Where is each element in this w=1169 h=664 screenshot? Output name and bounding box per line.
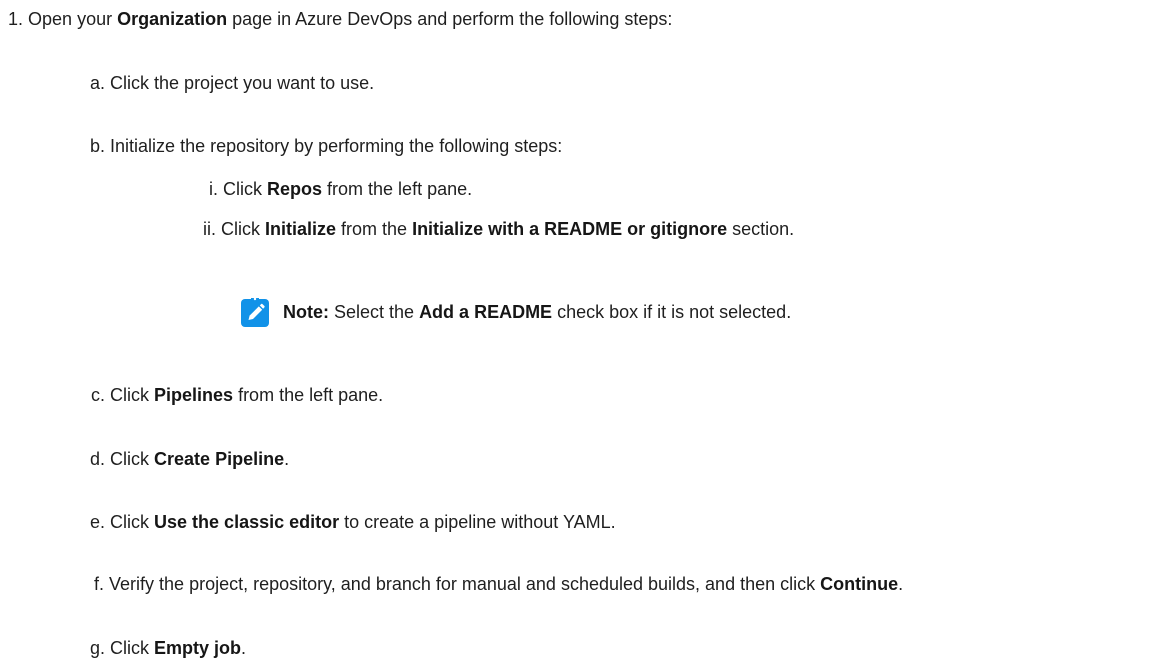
step-text: Open your Organization page in Azure Dev…	[28, 9, 673, 29]
note-text: Select the Add a README check box if it …	[329, 302, 792, 322]
substep-text: Click Initialize from the Initialize wit…	[221, 219, 795, 239]
substep-text: Click Use the classic editor to create a…	[110, 512, 616, 532]
substep-text: Verify the project, repository, and bran…	[109, 574, 904, 594]
substep-b-ii: ii. Click Initialize from the Initialize…	[203, 218, 794, 240]
note-label: Note:	[283, 302, 329, 322]
substep-b-i: i. Click Repos from the left pane.	[209, 178, 472, 200]
substep-b: b. Initialize the repository by performi…	[90, 135, 562, 157]
note: Note: Select the Add a README check box …	[283, 301, 791, 323]
substep-marker: i.	[209, 179, 218, 199]
substep-text: Click Repos from the left pane.	[223, 179, 473, 199]
pencil-note-icon	[241, 298, 269, 327]
substep-e: e. Click Use the classic editor to creat…	[90, 511, 616, 533]
substep-a: a. Click the project you want to use.	[90, 72, 374, 94]
substep-marker: c.	[91, 385, 106, 405]
substep-marker: d.	[90, 449, 106, 469]
step-number: 1.	[8, 9, 24, 29]
substep-text: Initialize the repository by performing …	[110, 136, 563, 156]
substep-marker: a.	[90, 73, 106, 93]
substep-text: Click Create Pipeline.	[110, 449, 290, 469]
substep-marker: g.	[90, 638, 106, 658]
substep-g: g. Click Empty job.	[90, 637, 246, 659]
substep-marker: b.	[90, 136, 106, 156]
substep-text: Click Empty job.	[110, 638, 247, 658]
substep-f: f. Verify the project, repository, and b…	[94, 573, 903, 595]
substep-marker: e.	[90, 512, 106, 532]
substep-d: d. Click Create Pipeline.	[90, 448, 289, 470]
substep-c: c. Click Pipelines from the left pane.	[91, 384, 383, 406]
substep-marker: f.	[94, 574, 105, 594]
substep-text: Click the project you want to use.	[110, 73, 375, 93]
substep-text: Click Pipelines from the left pane.	[110, 385, 384, 405]
substep-marker: ii.	[203, 219, 216, 239]
step-1: 1. Open your Organization page in Azure …	[8, 8, 672, 30]
